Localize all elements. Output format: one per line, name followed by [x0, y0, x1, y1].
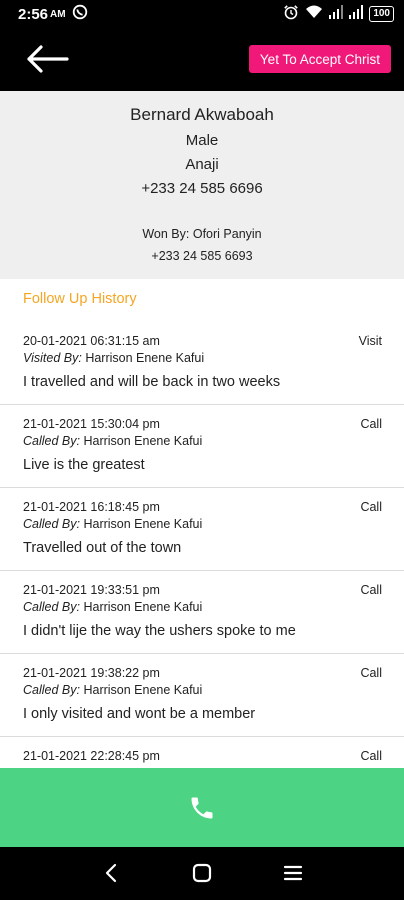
entry-note: Travelled out of the town [23, 540, 182, 556]
follow-up-history-list[interactable]: 20-01-2021 06:31:15 am Visited By: Harri… [0, 322, 404, 768]
entry-type: Call [360, 666, 382, 680]
history-entry[interactable]: 21-01-2021 15:30:04 pm Called By: Harris… [0, 405, 404, 488]
entry-date: 20-01-2021 06:31:15 am [23, 334, 160, 348]
entry-by-name: Harrison Enene Kafui [83, 683, 203, 697]
status-bar-right: 100 [283, 4, 394, 25]
entry-date: 21-01-2021 19:33:51 pm [23, 583, 160, 597]
follow-up-history-title: Follow Up History [23, 291, 137, 307]
nav-menu-button[interactable] [281, 862, 305, 884]
battery-icon: 100 [369, 6, 394, 22]
menu-icon [283, 865, 303, 881]
entry-date: 21-01-2021 22:28:45 pm [23, 749, 160, 763]
home-icon [192, 863, 212, 883]
entry-type: Call [360, 500, 382, 514]
won-by: Won By: Ofori Panyin [142, 227, 262, 241]
entry-by-name: Harrison Enene Kafui [83, 517, 203, 531]
wifi-icon [305, 4, 323, 25]
app-bar: Yet To Accept Christ [0, 28, 404, 91]
entry-date: 21-01-2021 15:30:04 pm [23, 417, 160, 431]
entry-by-label: Called By: [23, 683, 80, 697]
entry-by: Called By: Harrison Enene Kafui [23, 434, 202, 448]
entry-note: I only visited and wont be a member [23, 706, 256, 722]
arrow-left-icon [27, 45, 69, 73]
profile-card: Bernard Akwaboah Male Anaji +233 24 585 … [0, 91, 404, 279]
status-ampm: AM [50, 8, 66, 20]
entry-by: Called By: Harrison Enene Kafui [23, 600, 202, 614]
system-nav-bar [0, 847, 404, 900]
entry-date: 21-01-2021 16:18:45 pm [23, 500, 160, 514]
history-entry[interactable]: 21-01-2021 19:38:22 pm Called By: Harris… [0, 654, 404, 737]
entry-by-label: Called By: [23, 600, 80, 614]
entry-date: 21-01-2021 19:38:22 pm [23, 666, 160, 680]
back-button[interactable] [24, 42, 70, 76]
phone-icon [191, 797, 213, 818]
profile-gender: Male [185, 132, 219, 149]
entry-by: Visited By: Harrison Enene Kafui [23, 351, 204, 365]
entry-by-name: Harrison Enene Kafui [83, 434, 203, 448]
nav-back-button[interactable] [99, 862, 123, 884]
profile-phone: +233 24 585 6696 [141, 180, 263, 197]
entry-by-name: Harrison Enene Kafui [85, 351, 205, 365]
entry-by-label: Called By: [23, 517, 80, 531]
entry-note: I didn't lije the way the ushers spoke t… [23, 623, 296, 639]
entry-by: Called By: Harrison Enene Kafui [23, 683, 202, 697]
whatsapp-icon [72, 4, 88, 25]
entry-note: Live is the greatest [23, 457, 145, 473]
profile-town: Anaji [185, 156, 219, 173]
entry-by-label: Called By: [23, 434, 80, 448]
won-by-phone: +233 24 585 6693 [151, 249, 253, 263]
entry-by: Called By: Harrison Enene Kafui [23, 517, 202, 531]
call-button[interactable] [0, 768, 404, 847]
back-icon [105, 863, 117, 883]
status-chip[interactable]: Yet To Accept Christ [248, 45, 391, 73]
entry-type: Call [360, 583, 382, 597]
signal-icon [329, 4, 344, 24]
history-entry[interactable]: 21-01-2021 16:18:45 pm Called By: Harris… [0, 488, 404, 571]
status-bar: 2:56 AM 100 [0, 0, 404, 28]
entry-by-label: Visited By: [23, 351, 82, 365]
profile-name: Bernard Akwaboah [130, 105, 274, 124]
history-entry[interactable]: 20-01-2021 06:31:15 am Visited By: Harri… [0, 322, 404, 405]
alarm-icon [283, 4, 299, 25]
entry-type: Call [360, 749, 382, 763]
nav-home-button[interactable] [190, 862, 214, 884]
entry-type: Visit [358, 334, 382, 348]
history-entry[interactable]: 21-01-2021 22:28:45 pm Call [0, 737, 404, 768]
history-entry[interactable]: 21-01-2021 19:33:51 pm Called By: Harris… [0, 571, 404, 654]
status-bar-left: 2:56 AM [18, 4, 88, 25]
entry-note: I travelled and will be back in two week… [23, 374, 281, 390]
entry-by-name: Harrison Enene Kafui [83, 600, 203, 614]
status-time: 2:56 [18, 5, 49, 23]
entry-type: Call [360, 417, 382, 431]
signal-icon-2 [349, 4, 364, 24]
